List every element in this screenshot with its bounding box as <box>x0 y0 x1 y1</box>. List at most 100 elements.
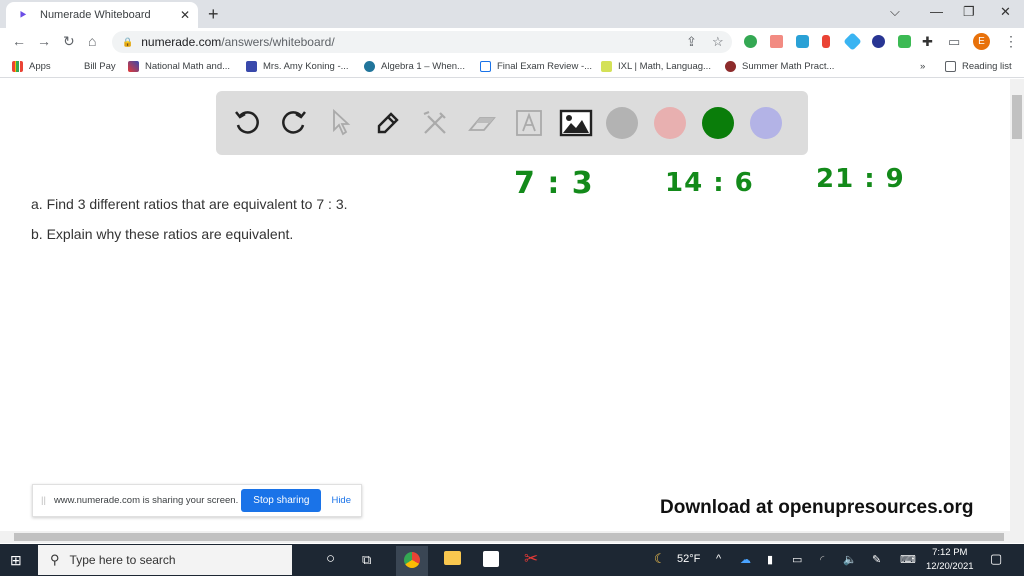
bookmark-label: National Math and... <box>145 61 231 72</box>
search-icon: ⚲ <box>50 552 60 567</box>
select-button[interactable] <box>324 106 358 140</box>
windows-start-icon[interactable]: ⊞ <box>10 552 22 569</box>
screen-share-bar: || www.numerade.com is sharing your scre… <box>32 484 362 517</box>
microphone-icon[interactable]: ▮ <box>767 553 773 566</box>
reading-list-label: Reading list <box>962 61 1012 72</box>
reload-button[interactable]: ↻ <box>63 33 75 50</box>
color-green-swatch[interactable] <box>702 107 734 139</box>
image-button[interactable] <box>559 106 593 140</box>
share-icon[interactable]: ⇪ <box>686 34 697 50</box>
bookmark-summer-math[interactable]: Summer Math Pract... <box>725 61 834 72</box>
pen-button[interactable] <box>371 106 405 140</box>
forward-button[interactable]: → <box>37 33 51 49</box>
horizontal-scroll-thumb[interactable] <box>14 533 1004 541</box>
taskbar-clock[interactable]: 7:12 PM 12/20/2021 <box>926 546 974 574</box>
keyboard-icon[interactable]: ⌨ <box>900 553 916 566</box>
more-bookmarks-button[interactable]: » <box>920 61 925 72</box>
problem-part-a: a. Find 3 different ratios that are equi… <box>31 196 348 212</box>
text-box-icon <box>516 110 542 136</box>
calendar-icon <box>246 61 257 72</box>
stop-sharing-button[interactable]: Stop sharing <box>241 489 322 512</box>
clock-time: 7:12 PM <box>932 547 968 558</box>
tab-title: Numerade Whiteboard <box>40 9 151 21</box>
chevron-double-icon: » <box>920 61 926 72</box>
extension-face-icon[interactable] <box>898 35 911 48</box>
bookmark-amy-koning[interactable]: Mrs. Amy Koning -... <box>246 61 349 72</box>
eraser-icon <box>468 117 496 131</box>
extensions-puzzle-icon[interactable]: ✚ <box>922 34 933 50</box>
browser-tab[interactable]: ⯈ Numerade Whiteboard ✕ <box>6 2 198 28</box>
browser-menu-icon[interactable]: ⋮ <box>1004 33 1018 50</box>
extension-cloud-icon[interactable] <box>796 35 809 48</box>
bookmark-apps[interactable]: Apps <box>12 61 51 72</box>
extension-bookmark-icon[interactable] <box>822 35 830 48</box>
tools-button[interactable] <box>418 106 452 140</box>
reading-list-button[interactable]: Reading list <box>945 61 1012 72</box>
restore-button[interactable]: ❐ <box>963 4 975 20</box>
eraser-button[interactable] <box>465 106 499 140</box>
bookmark-ixl[interactable]: IXL | Math, Languag... <box>601 61 711 72</box>
new-tab-button[interactable]: + <box>208 4 219 25</box>
volume-icon[interactable]: 🔈 <box>843 553 857 566</box>
text-button[interactable] <box>512 106 546 140</box>
cortana-icon[interactable]: ○ <box>326 550 335 567</box>
summer-math-icon <box>725 61 736 72</box>
reading-list-icon <box>945 61 956 72</box>
pencil-icon <box>377 112 399 134</box>
national-math-icon <box>128 61 139 72</box>
apps-grid-icon <box>12 61 23 72</box>
microsoft-store-icon[interactable] <box>483 551 499 567</box>
color-lavender-swatch[interactable] <box>750 107 782 139</box>
url-domain: numerade.com <box>141 35 222 49</box>
pen-workspace-icon[interactable]: ✎ <box>872 553 881 566</box>
vertical-scroll-thumb[interactable] <box>1012 95 1022 139</box>
undo-button[interactable] <box>230 106 264 140</box>
color-gray-swatch[interactable] <box>606 107 638 139</box>
home-button[interactable]: ⌂ <box>88 33 96 49</box>
wifi-icon[interactable]: ◜ <box>820 553 824 566</box>
bookmark-label: IXL | Math, Languag... <box>618 61 711 72</box>
extension-plus-icon[interactable] <box>744 35 757 48</box>
handwritten-ratio-1: 7 : 3 <box>514 166 594 201</box>
redo-button[interactable] <box>277 106 311 140</box>
vertical-scrollbar[interactable] <box>1010 79 1024 531</box>
onedrive-icon[interactable]: ☁ <box>740 553 751 566</box>
hide-button[interactable]: Hide <box>331 495 351 506</box>
bookmark-algebra-1[interactable]: Algebra 1 – When... <box>364 61 465 72</box>
bookmark-final-exam[interactable]: Final Exam Review -... <box>480 61 592 72</box>
wrench-hammer-icon <box>423 110 446 134</box>
file-explorer-icon[interactable] <box>444 551 461 565</box>
profile-avatar[interactable]: E <box>973 33 990 50</box>
bookmark-label: Final Exam Review -... <box>497 61 593 72</box>
snipping-tool-icon[interactable]: ✂ <box>524 549 538 569</box>
bookmark-label: Summer Math Pract... <box>742 61 835 72</box>
close-tab-icon[interactable]: ✕ <box>180 8 190 22</box>
share-message: www.numerade.com is sharing your screen. <box>53 495 239 506</box>
tab-search-icon[interactable]: ⌵ <box>890 4 900 20</box>
close-window-button[interactable]: ✕ <box>1000 4 1011 20</box>
back-button[interactable]: ← <box>12 33 26 49</box>
minimize-button[interactable]: — <box>930 4 943 19</box>
notifications-icon[interactable]: ▢ <box>990 551 1002 567</box>
taskbar-search-box[interactable]: ⚲ Type here to search <box>38 545 292 575</box>
watermark-text: Download at openupresources.org <box>660 497 974 518</box>
bookmark-bill-pay[interactable]: Bill Pay <box>84 61 116 72</box>
horizontal-scrollbar[interactable] <box>0 531 1024 543</box>
battery-icon[interactable]: ▭ <box>792 553 802 566</box>
extension-screencast-icon[interactable] <box>770 35 783 48</box>
drag-handle-icon[interactable]: || <box>41 495 46 506</box>
show-hidden-icons-chevron[interactable]: ^ <box>716 553 721 565</box>
moon-weather-icon[interactable]: ☾ <box>654 551 666 567</box>
weather-temp[interactable]: 52°F <box>677 553 700 565</box>
whiteboard-toolbar <box>216 91 808 155</box>
bookmark-label: Apps <box>29 61 51 72</box>
bookmark-star-icon[interactable]: ☆ <box>712 34 724 50</box>
extension-k-icon[interactable] <box>872 35 885 48</box>
color-pink-swatch[interactable] <box>654 107 686 139</box>
address-bar[interactable]: 🔒 numerade.com/answers/whiteboard/ <box>112 31 732 53</box>
bookmark-national-math[interactable]: National Math and... <box>128 61 230 72</box>
task-view-icon[interactable]: ⧉ <box>362 552 371 568</box>
wordpress-icon <box>364 61 375 72</box>
cast-icon[interactable]: ▭ <box>948 34 960 50</box>
chrome-taskbar-icon[interactable] <box>396 546 428 576</box>
